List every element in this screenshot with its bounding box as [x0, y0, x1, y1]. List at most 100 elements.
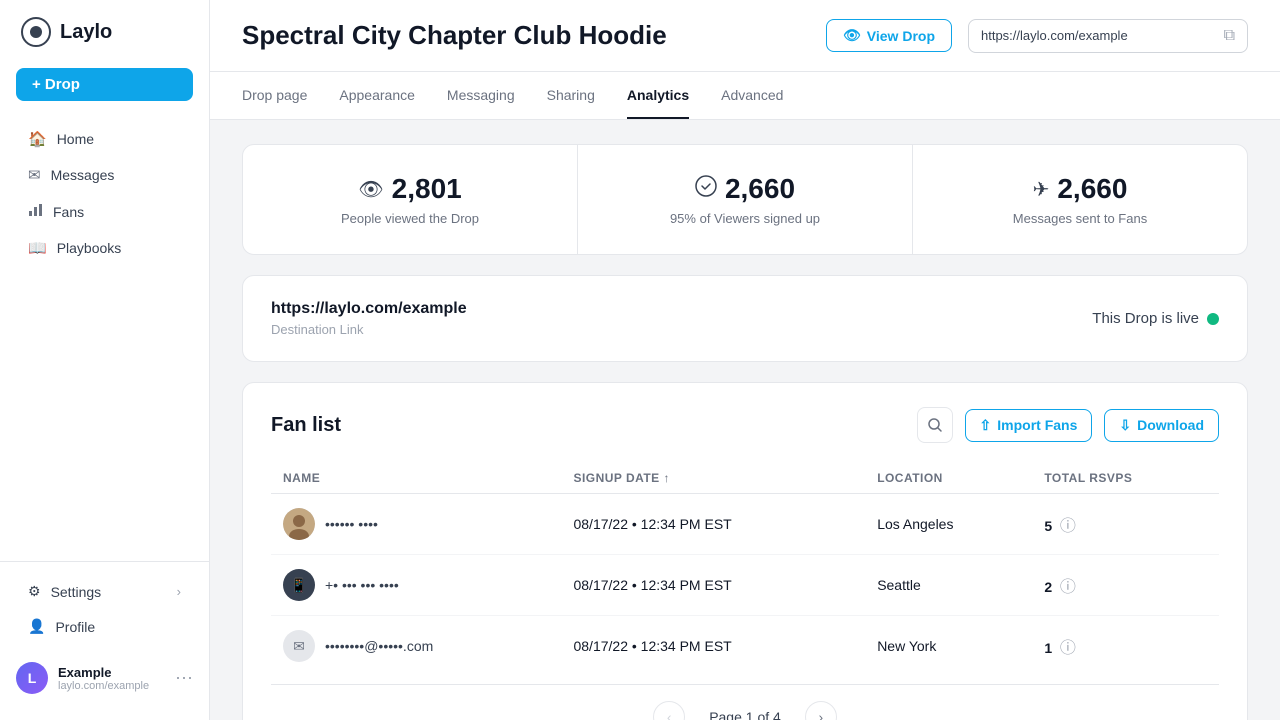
main-content: Spectral City Chapter Club Hoodie 👁 View… — [210, 0, 1280, 720]
stat-messages-number: 2,660 — [1057, 173, 1127, 205]
avatar: 📱 — [283, 569, 315, 601]
profile-icon: 👤 — [28, 618, 45, 635]
download-button[interactable]: ⇩ Download — [1104, 409, 1219, 442]
sidebar-item-label: Messages — [51, 167, 115, 183]
import-icon: ⇧ — [980, 417, 992, 434]
sidebar-item-fans[interactable]: Fans — [8, 193, 201, 230]
live-label: This Drop is live — [1092, 310, 1199, 327]
tab-advanced[interactable]: Advanced — [721, 73, 783, 119]
download-icon: ⇩ — [1119, 417, 1131, 434]
sidebar-item-label: Playbooks — [57, 240, 122, 256]
fan-rsvps: 2 ⓘ — [1032, 555, 1219, 616]
account-info: L Example laylo.com/example — [16, 662, 149, 694]
fan-location: Los Angeles — [865, 494, 1032, 555]
sidebar-item-home[interactable]: 🏠 Home — [8, 121, 201, 157]
drop-button[interactable]: + Drop — [16, 68, 193, 101]
account-url: laylo.com/example — [58, 680, 149, 692]
avatar — [283, 508, 315, 540]
url-bar: https://laylo.com/example ⧉ — [968, 19, 1248, 53]
stats-row: 👁 2,801 People viewed the Drop 2,660 95%… — [242, 144, 1248, 255]
send-stat-icon: ✈ — [1033, 177, 1050, 202]
fan-signup-date: 08/17/22 • 12:34 PM EST — [561, 555, 865, 616]
stat-views-number: 2,801 — [392, 173, 462, 205]
avatar: ✉ — [283, 630, 315, 662]
next-page-button[interactable]: › — [805, 701, 837, 720]
fan-list-header: Fan list ⇧ Import Fans ⇩ Download — [271, 407, 1219, 443]
tab-analytics[interactable]: Analytics — [627, 73, 689, 119]
fan-name-cell: ✉ ••••••••@•••••.com — [283, 630, 549, 662]
tab-drop-page[interactable]: Drop page — [242, 73, 307, 119]
view-drop-button[interactable]: 👁 View Drop — [826, 19, 952, 52]
drop-link-card: https://laylo.com/example Destination Li… — [242, 275, 1248, 362]
copy-icon[interactable]: ⧉ — [1224, 27, 1235, 45]
pagination: ‹ Page 1 of 4 › — [271, 684, 1219, 720]
stat-messages-label: Messages sent to Fans — [937, 211, 1223, 226]
playbooks-icon: 📖 — [28, 239, 47, 257]
fan-signup-date: 08/17/22 • 12:34 PM EST — [561, 494, 865, 555]
fan-table: Name Signup Date ↑ Location Total RSVPs — [271, 463, 1219, 676]
tabs-bar: Drop page Appearance Messaging Sharing A… — [210, 72, 1280, 120]
fan-list-actions: ⇧ Import Fans ⇩ Download — [917, 407, 1219, 443]
account-row: L Example laylo.com/example ⋯ — [0, 652, 209, 704]
fan-list-card: Fan list ⇧ Import Fans ⇩ Download — [242, 382, 1248, 720]
eye-icon: 👁 — [843, 27, 861, 44]
tab-messaging[interactable]: Messaging — [447, 73, 515, 119]
url-bar-text: https://laylo.com/example — [981, 28, 1216, 43]
sidebar-item-messages[interactable]: ✉ Messages — [8, 157, 201, 193]
fan-list-title: Fan list — [271, 414, 341, 437]
fan-rsvps: 1 ⓘ — [1032, 616, 1219, 677]
tab-sharing[interactable]: Sharing — [547, 73, 595, 119]
fan-signup-date: 08/17/22 • 12:34 PM EST — [561, 616, 865, 677]
stat-signups: 2,660 95% of Viewers signed up — [578, 145, 913, 254]
fan-name-cell: 📱 +• ••• ••• •••• — [283, 569, 549, 601]
stat-views-label: People viewed the Drop — [267, 211, 553, 226]
sidebar-nav: 🏠 Home ✉ Messages Fans 📖 Playbooks — [0, 121, 209, 266]
info-icon[interactable]: ⓘ — [1060, 640, 1076, 657]
col-name: Name — [271, 463, 561, 494]
logo-text: Laylo — [60, 21, 112, 44]
import-fans-button[interactable]: ⇧ Import Fans — [965, 409, 1093, 442]
table-row: •••••• •••• 08/17/22 • 12:34 PM EST Los … — [271, 494, 1219, 555]
fan-rsvps: 5 ⓘ — [1032, 494, 1219, 555]
messages-icon: ✉ — [28, 166, 41, 184]
account-name: Example — [58, 665, 149, 680]
fan-location: New York — [865, 616, 1032, 677]
chevron-right-icon: › — [177, 584, 181, 599]
tab-appearance[interactable]: Appearance — [339, 73, 415, 119]
stat-views: 👁 2,801 People viewed the Drop — [243, 145, 578, 254]
info-icon[interactable]: ⓘ — [1060, 518, 1076, 535]
col-signup-date[interactable]: Signup Date ↑ — [561, 463, 865, 494]
logo: Laylo — [0, 16, 209, 68]
settings-icon: ⚙ — [28, 583, 41, 600]
live-indicator — [1207, 313, 1219, 325]
profile-item[interactable]: 👤 Profile — [8, 609, 201, 644]
fan-name: +• ••• ••• •••• — [325, 577, 399, 593]
search-button[interactable] — [917, 407, 953, 443]
stat-signups-label: 95% of Viewers signed up — [602, 211, 888, 226]
stat-signups-number: 2,660 — [725, 173, 795, 205]
sort-icon: ↑ — [664, 471, 670, 485]
page-info: Page 1 of 4 — [709, 709, 781, 720]
account-avatar: L — [16, 662, 48, 694]
drop-link-left: https://laylo.com/example Destination Li… — [271, 300, 467, 337]
header: Spectral City Chapter Club Hoodie 👁 View… — [210, 0, 1280, 72]
settings-label: Settings — [51, 584, 102, 600]
sidebar-item-label: Fans — [53, 204, 84, 220]
fan-location: Seattle — [865, 555, 1032, 616]
fan-name: ••••••••@•••••.com — [325, 638, 433, 654]
eye-stat-icon: 👁 — [358, 177, 383, 202]
home-icon: 🏠 — [28, 130, 47, 148]
info-icon[interactable]: ⓘ — [1060, 579, 1076, 596]
prev-page-button[interactable]: ‹ — [653, 701, 685, 720]
sidebar-item-playbooks[interactable]: 📖 Playbooks — [8, 230, 201, 266]
settings-item[interactable]: ⚙ Settings › — [8, 574, 201, 609]
drop-url: https://laylo.com/example — [271, 300, 467, 318]
sidebar-item-label: Home — [57, 131, 94, 147]
more-icon[interactable]: ⋯ — [175, 668, 193, 689]
col-rsvps: Total RSVPs — [1032, 463, 1219, 494]
content-area: 👁 2,801 People viewed the Drop 2,660 95%… — [210, 120, 1280, 720]
sidebar: Laylo + Drop 🏠 Home ✉ Messages Fans 📖 Pl… — [0, 0, 210, 720]
fans-icon — [28, 202, 43, 221]
col-location: Location — [865, 463, 1032, 494]
table-row: ✉ ••••••••@•••••.com 08/17/22 • 12:34 PM… — [271, 616, 1219, 677]
